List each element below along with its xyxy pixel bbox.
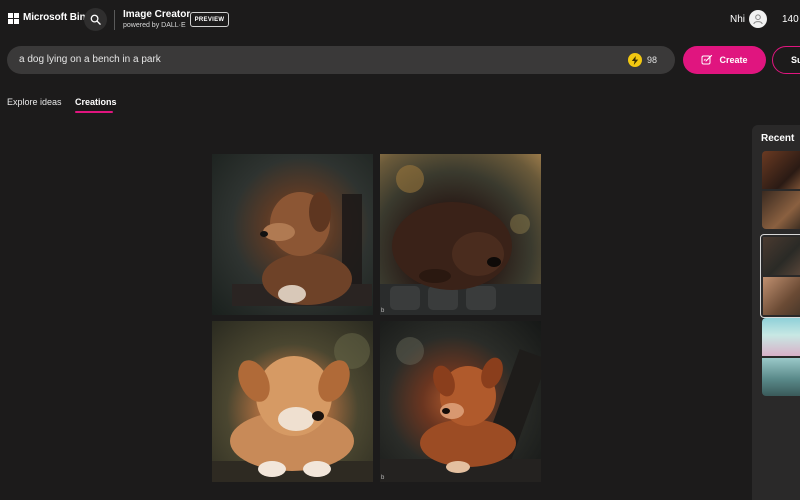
user-icon: [753, 14, 763, 25]
recent-thumbnail: [762, 358, 800, 396]
generated-image-2[interactable]: [380, 154, 541, 315]
generated-image-4[interactable]: [380, 321, 541, 482]
recent-thumbnail: [763, 277, 800, 315]
create-icon: [701, 54, 713, 65]
user-name[interactable]: Nhi: [730, 14, 745, 25]
recent-item-selected[interactable]: [760, 234, 800, 318]
watermark-icon: b: [381, 308, 385, 314]
bolt-glyph: [631, 55, 639, 65]
surprise-me-button[interactable]: Su: [772, 46, 800, 74]
recent-item[interactable]: [762, 318, 800, 396]
watermark-icon: b: [381, 475, 385, 481]
page-title[interactable]: Image Creator: [123, 9, 190, 20]
brand-name[interactable]: Microsoft Bing: [23, 12, 92, 23]
header-divider: [114, 10, 115, 30]
generated-image-1[interactable]: [212, 154, 373, 315]
header: Microsoft Bing Image Creator powered by …: [0, 0, 800, 40]
create-label: Create: [719, 55, 748, 65]
microsoft-logo-icon[interactable]: [8, 13, 19, 24]
dog-image-1: [232, 192, 372, 306]
recent-item[interactable]: [762, 151, 800, 229]
surprise-label: Su: [791, 55, 800, 65]
prompt-text[interactable]: a dog lying on a bench in a park: [19, 54, 161, 65]
create-button[interactable]: Create: [683, 46, 766, 74]
tab-creations[interactable]: Creations: [75, 97, 117, 107]
search-icon: [90, 14, 101, 25]
recent-title: Recent: [761, 133, 795, 144]
generated-image-3[interactable]: [212, 321, 373, 482]
dog-image-4: [380, 337, 541, 482]
rewards-count[interactable]: 140: [782, 14, 799, 25]
search-button[interactable]: [84, 8, 107, 31]
dog-image-3: [212, 333, 373, 482]
page-subtitle: powered by DALL·E: [123, 22, 186, 29]
recent-panel: Recent: [752, 125, 800, 500]
recent-thumbnail: [763, 237, 800, 275]
tab-explore-ideas[interactable]: Explore ideas: [7, 97, 62, 107]
active-tab-indicator: [75, 111, 113, 113]
dog-image-2: [380, 165, 541, 315]
bolt-icon[interactable]: [628, 53, 642, 67]
avatar[interactable]: [749, 10, 767, 28]
recent-thumbnail: [762, 151, 800, 189]
prompt-input[interactable]: a dog lying on a bench in a park 98: [7, 46, 675, 74]
preview-badge: PREVIEW: [190, 12, 229, 27]
boosts-count: 98: [647, 55, 658, 65]
recent-thumbnail: [762, 318, 800, 356]
recent-thumbnail: [762, 191, 800, 229]
